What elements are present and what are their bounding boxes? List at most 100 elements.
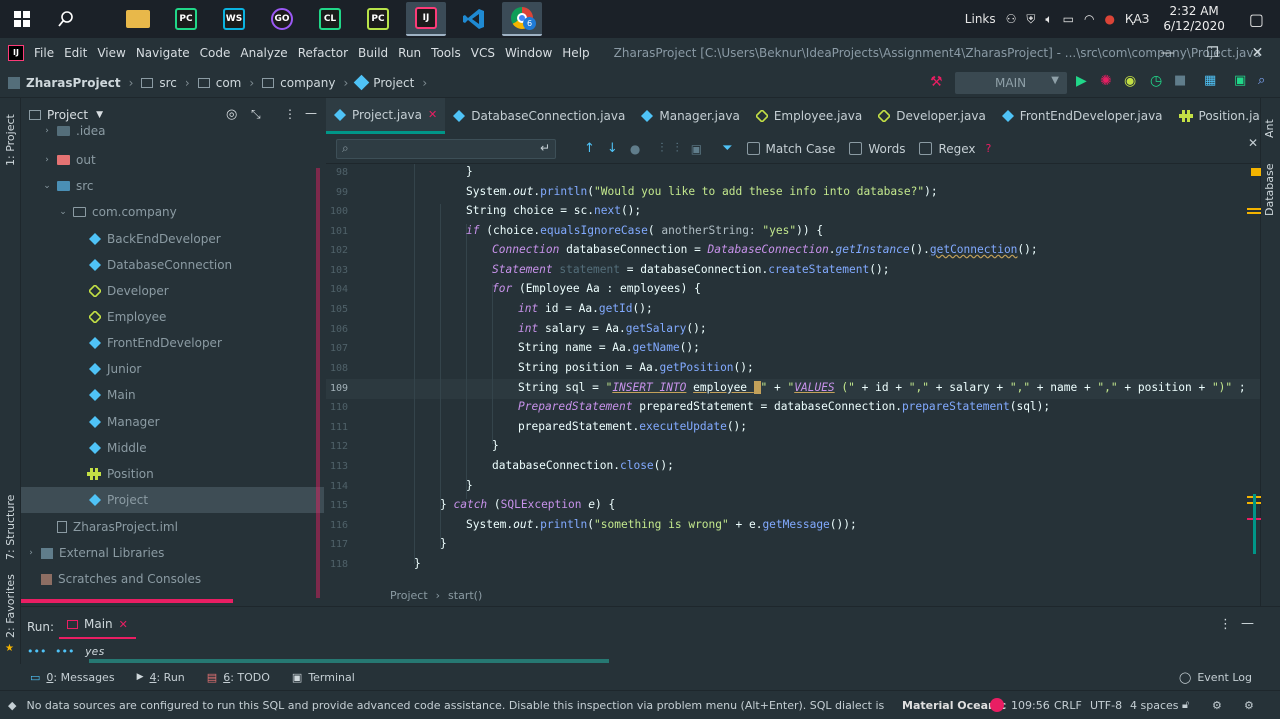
- locate-icon[interactable]: ◎: [226, 107, 237, 122]
- stop-icon[interactable]: ■: [1174, 73, 1186, 88]
- favorites-tool-button[interactable]: 2: Favorites: [4, 574, 17, 638]
- menu-navigate[interactable]: Navigate: [136, 46, 190, 60]
- menu-edit[interactable]: Edit: [64, 46, 87, 60]
- project-view-title[interactable]: Project: [47, 108, 88, 122]
- menu-code[interactable]: Code: [200, 46, 231, 60]
- warning-marker-icon[interactable]: [1251, 168, 1261, 176]
- tree-item-com-company[interactable]: ⌄ com.company: [21, 199, 324, 225]
- hide-run-panel-icon[interactable]: —: [1241, 616, 1254, 631]
- battery-icon[interactable]: ▭: [1063, 12, 1074, 26]
- indent-setting[interactable]: 4 spaces: [1130, 699, 1179, 712]
- breadcrumb-project-class[interactable]: Project: [373, 76, 414, 90]
- links-toolbar[interactable]: Links: [965, 12, 996, 26]
- taskbar-webstorm-icon[interactable]: WS: [214, 2, 254, 36]
- add-selection-icon[interactable]: ⫶: [660, 141, 663, 156]
- taskbar-clion-icon[interactable]: CL: [310, 2, 350, 36]
- words-checkbox[interactable]: Words: [849, 142, 905, 156]
- terminal-icon[interactable]: ▣: [1234, 73, 1246, 88]
- vertical-scrollbar[interactable]: [316, 168, 320, 598]
- enter-icon[interactable]: ↵: [540, 141, 550, 155]
- chevron-down-icon[interactable]: ▼: [96, 110, 103, 120]
- line-separator[interactable]: CRLF: [1054, 699, 1082, 712]
- close-find-icon[interactable]: ✕: [1248, 136, 1258, 150]
- menu-file[interactable]: File: [34, 46, 54, 60]
- tree-item-middle[interactable]: Middle: [21, 435, 324, 461]
- run-tab-main[interactable]: Main ✕: [59, 611, 136, 639]
- structure-tool-button[interactable]: 7: Structure: [4, 495, 17, 560]
- profile-icon[interactable]: ◷: [1150, 73, 1162, 89]
- menu-vcs[interactable]: VCS: [471, 46, 495, 60]
- hide-panel-icon[interactable]: —: [305, 106, 317, 120]
- taskbar-pycharm-ce-icon[interactable]: PC: [358, 2, 398, 36]
- match-case-checkbox[interactable]: Match Case: [746, 142, 835, 156]
- tree-item-src[interactable]: ⌄ src: [21, 173, 324, 199]
- tree-item-developer[interactable]: Developer: [21, 278, 324, 304]
- messages-tool-tab[interactable]: ▭ 0: Messages: [30, 671, 115, 684]
- network-people-icon[interactable]: ⚇: [1006, 12, 1017, 26]
- menu-view[interactable]: View: [97, 46, 125, 60]
- taskbar-vscode-icon[interactable]: [454, 2, 494, 36]
- breadcrumb-com[interactable]: com: [216, 76, 242, 90]
- tree-item-project[interactable]: Project: [21, 487, 324, 513]
- menu-run[interactable]: Run: [398, 46, 421, 60]
- caret-position[interactable]: 109:56: [1011, 699, 1050, 712]
- file-encoding[interactable]: UTF-8: [1090, 699, 1122, 712]
- tab-employee-java[interactable]: Employee.java: [748, 98, 870, 134]
- status-message[interactable]: No data sources are configured to run th…: [26, 699, 886, 712]
- inspection-icon[interactable]: ⚙: [1212, 699, 1222, 712]
- taskbar-chrome-icon[interactable]: 6: [502, 2, 542, 36]
- tree-item-databaseconnection[interactable]: DatabaseConnection: [21, 252, 324, 278]
- debug-icon[interactable]: ✺: [1100, 73, 1112, 89]
- close-tab-icon[interactable]: ✕: [119, 618, 128, 631]
- volume-icon[interactable]: 🔈︎: [1045, 12, 1052, 27]
- close-icon[interactable]: ✕: [1235, 45, 1280, 61]
- taskbar-goland-icon[interactable]: GO: [262, 2, 302, 36]
- ant-tool-button[interactable]: Ant: [1263, 119, 1276, 138]
- database-tool-button[interactable]: Database: [1263, 164, 1276, 217]
- close-tab-icon[interactable]: ✕: [428, 108, 437, 121]
- project-tool-button[interactable]: 1: Project: [4, 114, 17, 166]
- collapse-all-icon[interactable]: ⤡: [251, 107, 261, 122]
- remove-selection-icon[interactable]: ⫶: [676, 141, 679, 156]
- tab-manager-java[interactable]: Manager.java: [633, 98, 747, 134]
- menu-window[interactable]: Window: [505, 46, 552, 60]
- language-indicator[interactable]: ҚАЗ: [1125, 12, 1149, 26]
- code-editor[interactable]: 98 99 100 101 102 103 104 105 106 107 10…: [326, 164, 1260, 584]
- more-actions-icon[interactable]: •••: [27, 645, 46, 658]
- terminal-tool-tab[interactable]: ▣ Terminal: [292, 671, 355, 684]
- horizontal-scrollbar[interactable]: [21, 599, 233, 603]
- find-all-icon[interactable]: ●: [630, 142, 640, 156]
- error-stripe-marker[interactable]: [1247, 208, 1261, 210]
- menu-build[interactable]: Build: [358, 46, 388, 60]
- lock-icon[interactable]: 🔓︎: [1182, 698, 1189, 712]
- taskbar-file-explorer-icon[interactable]: [118, 2, 158, 36]
- search-icon[interactable]: [44, 0, 88, 38]
- coverage-icon[interactable]: ◉: [1124, 73, 1136, 89]
- shield-icon[interactable]: ⛨: [1026, 12, 1035, 27]
- chrome-tray-icon[interactable]: ●: [1104, 12, 1114, 26]
- system-clock[interactable]: 2:32 AM 6/12/2020: [1163, 4, 1225, 34]
- regex-checkbox[interactable]: Regex: [919, 142, 976, 156]
- event-icon[interactable]: ⚙: [1244, 699, 1254, 712]
- tab-frontenddeveloper-java[interactable]: FrontEndDeveloper.java: [994, 98, 1171, 134]
- wifi-icon[interactable]: ◠: [1084, 12, 1094, 26]
- tab-developer-java[interactable]: Developer.java: [870, 98, 994, 134]
- error-stripe-marker[interactable]: [1247, 212, 1261, 214]
- tree-item-scratches[interactable]: Scratches and Consoles: [21, 566, 324, 592]
- tree-item-junior[interactable]: Junior: [21, 356, 324, 382]
- search-everywhere-icon[interactable]: ⌕: [1258, 73, 1265, 88]
- run-icon[interactable]: ▶: [1076, 73, 1087, 89]
- editor-scrollbar-thumb[interactable]: [1253, 494, 1256, 554]
- tree-item-employee[interactable]: Employee: [21, 304, 324, 330]
- run-tool-tab[interactable]: ▶ 4: Run: [137, 671, 185, 684]
- console-scrollbar[interactable]: [89, 659, 609, 663]
- breadcrumb-company[interactable]: company: [280, 76, 335, 90]
- build-hammer-icon[interactable]: ⚒: [930, 74, 943, 90]
- taskbar-intellij-icon[interactable]: IJ: [406, 2, 446, 36]
- run-configuration-select[interactable]: MAIN ▼: [955, 72, 1067, 94]
- tree-item-position[interactable]: Position: [21, 461, 324, 487]
- tree-item-backenddeveloper[interactable]: BackEndDeveloper: [21, 226, 324, 252]
- theme-switch-icon[interactable]: [990, 698, 1004, 712]
- tree-item-idea[interactable]: › .idea: [21, 124, 324, 138]
- project-structure-icon[interactable]: ▦: [1204, 73, 1216, 88]
